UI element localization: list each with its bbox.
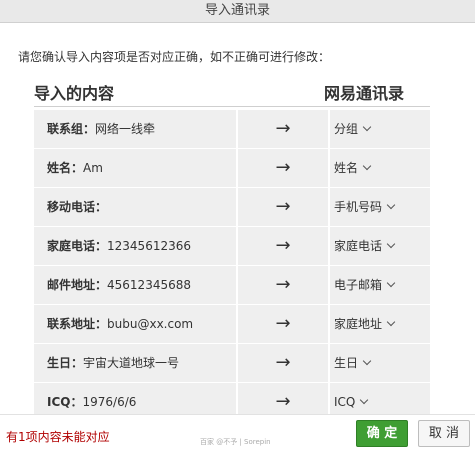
target-field-select[interactable]: 分组	[330, 110, 430, 148]
imported-content-header: 导入的内容	[34, 84, 115, 103]
watermark: 百家 @不予 | Sorepin	[200, 438, 271, 446]
target-field-select[interactable]: 姓名	[330, 149, 430, 187]
target-field-label: 家庭地址	[334, 317, 383, 331]
arrow-right-icon: →	[238, 149, 328, 187]
mapping-row: 邮件地址：45612345688 → 电子邮箱	[34, 266, 430, 304]
mapping-row: 家庭电话：12345612366 → 家庭电话	[34, 227, 430, 265]
window-title-bar[interactable]: 导入通讯录	[0, 0, 475, 23]
arrow-right-icon: →	[238, 383, 328, 414]
field-value: 1976/6/6	[82, 395, 137, 409]
confirm-button[interactable]: 确 定	[356, 420, 408, 447]
field-value: 网络一线牵	[95, 122, 156, 136]
window-title: 导入通讯录	[204, 3, 270, 18]
mapping-row: 移动电话： → 手机号码	[34, 188, 430, 226]
field-key: 联系组：	[47, 122, 96, 136]
chevron-down-icon	[386, 200, 396, 210]
footer-divider	[0, 414, 475, 415]
field-key: ICQ：	[47, 395, 83, 409]
target-field-label: 姓名	[334, 161, 359, 175]
imported-field: 邮件地址：45612345688	[34, 266, 236, 304]
target-field-label: 生日	[334, 356, 359, 370]
mapping-row: 生日：宇宙大道地球一号 → 生日	[34, 344, 430, 382]
netease-contacts-header: 网易通讯录	[324, 84, 405, 103]
target-field-select[interactable]: ICQ	[330, 383, 430, 414]
mapping-row: 姓名：Am → 姓名	[34, 149, 430, 187]
field-value: 45612345688	[107, 278, 191, 292]
field-key: 生日：	[47, 356, 84, 370]
field-key: 联系地址：	[47, 317, 108, 331]
unmatched-warning: 有1项内容未能对应	[6, 430, 110, 444]
chevron-down-icon	[386, 239, 396, 249]
field-value: 12345612366	[107, 239, 191, 253]
field-key: 邮件地址：	[47, 278, 108, 292]
field-key: 姓名：	[47, 161, 84, 175]
header-divider	[34, 106, 430, 107]
target-field-select[interactable]: 家庭电话	[330, 227, 430, 265]
chevron-down-icon	[362, 356, 372, 366]
field-key: 家庭电话：	[47, 239, 108, 253]
instruction-text: 请您确认导入内容项是否对应正确，如不正确可进行修改：	[18, 50, 331, 64]
arrow-right-icon: →	[238, 227, 328, 265]
target-field-select[interactable]: 手机号码	[330, 188, 430, 226]
chevron-down-icon	[386, 278, 396, 288]
arrow-right-icon: →	[238, 110, 328, 148]
mapping-row: 联系地址：bubu@xx.com → 家庭地址	[34, 305, 430, 343]
target-field-label: 家庭电话	[334, 239, 383, 253]
chevron-down-icon	[362, 161, 372, 171]
target-field-select[interactable]: 生日	[330, 344, 430, 382]
arrow-right-icon: →	[238, 305, 328, 343]
mapping-row: 联系组：网络一线牵 → 分组	[34, 110, 430, 148]
imported-field: 联系地址：bubu@xx.com	[34, 305, 236, 343]
imported-field: 移动电话：	[34, 188, 236, 226]
field-value: Am	[83, 161, 103, 175]
field-key: 移动电话：	[47, 200, 108, 214]
imported-field: 姓名：Am	[34, 149, 236, 187]
arrow-right-icon: →	[238, 344, 328, 382]
imported-field: 生日：宇宙大道地球一号	[34, 344, 236, 382]
arrow-right-icon: →	[238, 266, 328, 304]
imported-field: 联系组：网络一线牵	[34, 110, 236, 148]
target-field-select[interactable]: 电子邮箱	[330, 266, 430, 304]
mapping-row: ICQ：1976/6/6 → ICQ	[34, 383, 430, 414]
target-field-label: 电子邮箱	[334, 278, 383, 292]
field-value: bubu@xx.com	[107, 317, 194, 331]
target-field-label: 分组	[334, 122, 359, 136]
chevron-down-icon	[360, 395, 369, 405]
chevron-down-icon	[386, 317, 396, 327]
chevron-down-icon	[362, 122, 372, 132]
mapping-table: 联系组：网络一线牵 → 分组 姓名：Am → 姓名 移动电话： → 手机号码 家…	[34, 110, 430, 414]
target-field-label: 手机号码	[334, 200, 383, 214]
cancel-button[interactable]: 取 消	[418, 420, 470, 447]
target-field-label: ICQ	[334, 395, 356, 409]
imported-field: ICQ：1976/6/6	[34, 383, 236, 414]
target-field-select[interactable]: 家庭地址	[330, 305, 430, 343]
field-value: 宇宙大道地球一号	[83, 356, 180, 370]
imported-field: 家庭电话：12345612366	[34, 227, 236, 265]
arrow-right-icon: →	[238, 188, 328, 226]
